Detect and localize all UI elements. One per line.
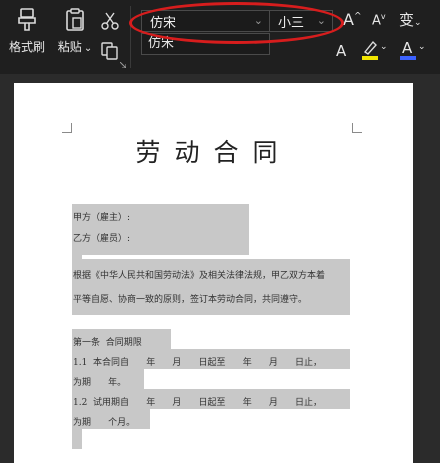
phonetic-guide-button[interactable]: 变⌄ xyxy=(399,9,422,30)
chevron-down-icon[interactable]: ⌄ xyxy=(317,14,326,27)
dialog-launcher-icon[interactable] xyxy=(120,62,126,68)
body-line: 乙方（雇员）: xyxy=(73,234,131,244)
chevron-down-icon[interactable]: ⌄ xyxy=(418,42,426,52)
font-color-icon: A xyxy=(402,39,413,57)
page-margin-corner xyxy=(352,123,362,133)
shrink-font-icon: A xyxy=(372,13,381,29)
highlight-color-bar xyxy=(362,56,378,60)
format-painter-label: 格式刷 xyxy=(8,40,45,54)
chevron-down-icon[interactable]: ⌄ xyxy=(254,14,263,27)
font-name-dropdown[interactable]: 仿宋 ⌄ xyxy=(141,10,270,32)
selection-highlight xyxy=(72,429,82,449)
scissors-icon[interactable] xyxy=(101,12,119,30)
paint-brush-icon xyxy=(18,8,36,31)
highlighter-icon xyxy=(363,40,377,55)
paste-label: 粘贴 ⌄ xyxy=(58,38,92,55)
font-dropdown-list[interactable]: 仿宋 xyxy=(141,33,270,55)
document-title: 劳动合同 xyxy=(135,138,292,167)
body-line: 甲方（雇主）: xyxy=(73,213,131,223)
chevron-down-icon[interactable]: ⌄ xyxy=(380,42,388,52)
clipboard-icon xyxy=(66,8,84,31)
font-size-dropdown[interactable]: 小三 ⌄ xyxy=(269,10,333,32)
paste-chevron-icon[interactable]: ⌄ xyxy=(84,43,92,54)
text-effects-button[interactable]: A xyxy=(336,42,346,60)
paste-label-text: 粘贴 xyxy=(57,40,82,54)
grow-font-button[interactable]: A^ xyxy=(343,10,362,29)
document-page[interactable]: 劳动合同 甲方（雇主）: 乙方（雇员）: 根据《中华人民共和国劳动法》及相关法律… xyxy=(14,83,413,463)
body-line: 根据《中华人民共和国劳动法》及相关法律法规，甲乙双方本着 xyxy=(73,271,326,281)
shrink-font-button[interactable]: Av xyxy=(372,12,386,28)
grow-font-icon: A xyxy=(343,10,354,29)
body-line: 为期 个月。 xyxy=(73,418,136,428)
page-margin-corner xyxy=(62,123,72,133)
phonetic-guide-icon: 变 xyxy=(399,11,415,29)
font-size-value: 小三 xyxy=(278,15,305,31)
body-line: 为期 年。 xyxy=(73,378,127,388)
font-color-button[interactable]: A ⌄ xyxy=(399,39,427,62)
font-color-bar xyxy=(400,56,416,60)
font-name-value: 仿宋 xyxy=(150,15,177,31)
group-separator xyxy=(130,6,131,68)
highlight-button[interactable]: ⌄ xyxy=(361,40,388,62)
body-line: 1.2 试用期自 年 月 日起至 年 月 日止， xyxy=(73,398,323,408)
paste-button[interactable]: 粘贴 ⌄ xyxy=(54,8,96,55)
copy-icon[interactable] xyxy=(101,42,119,60)
format-painter-button[interactable]: 格式刷 xyxy=(6,8,48,55)
body-line: 1.1 本合同自 年 月 日起至 年 月 日止， xyxy=(73,358,323,368)
font-option[interactable]: 仿宋 xyxy=(148,36,174,51)
body-line: 第一条 合同期限 xyxy=(73,338,142,348)
body-line: 平等自愿、协商一致的原则，签订本劳动合同，共同遵守。 xyxy=(73,295,308,305)
